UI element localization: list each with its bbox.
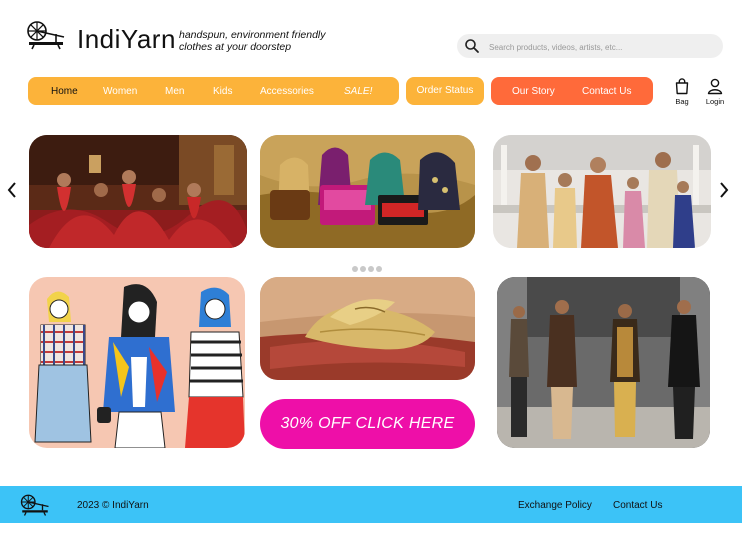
carousel-dot[interactable] — [352, 266, 358, 272]
nav-item-sale[interactable]: SALE! — [344, 86, 372, 97]
bag-button[interactable]: Bag — [667, 78, 697, 106]
copyright-text: 2023 © IndiYarn — [77, 500, 149, 511]
nav-item-women[interactable]: Women — [103, 86, 137, 97]
shopping-bag-icon — [667, 78, 697, 95]
juttis-footwear-photo[interactable] — [260, 277, 475, 380]
contact-us-link[interactable]: Contact Us — [582, 86, 631, 97]
search-input[interactable] — [487, 38, 716, 56]
order-status-button[interactable]: Order Status — [406, 77, 484, 105]
nav-item-kids[interactable]: Kids — [213, 86, 232, 97]
nav-item-accessories[interactable]: Accessories — [260, 86, 314, 97]
exchange-policy-link[interactable]: Exchange Policy — [518, 500, 592, 511]
footer: 2023 © IndiYarn Exchange Policy Contact … — [0, 486, 742, 523]
nav-item-home[interactable]: Home — [51, 86, 78, 97]
search-bar[interactable] — [457, 34, 723, 58]
chevron-left-icon — [6, 180, 18, 200]
login-button[interactable]: Login — [700, 78, 730, 106]
carousel-dot[interactable] — [360, 266, 366, 272]
secondary-nav: Our Story Contact Us — [491, 77, 653, 105]
women-fashion-illustration[interactable] — [29, 277, 245, 448]
men-runway-photo[interactable] — [497, 277, 710, 448]
carousel-dot[interactable] — [376, 266, 382, 272]
main-nav: Home Women Men Kids Accessories SALE! — [28, 77, 399, 105]
search-icon[interactable] — [464, 38, 480, 54]
spinning-wheel-logo-icon[interactable] — [26, 20, 66, 50]
carousel-next-button[interactable] — [718, 180, 730, 200]
tagline: handspun, environment friendly clothes a… — [179, 29, 326, 53]
brand-name[interactable]: IndiYarn — [77, 24, 176, 55]
spinning-wheel-footer-icon[interactable] — [20, 493, 50, 517]
tagline-line-1: handspun, environment friendly — [179, 29, 326, 41]
nav-item-men[interactable]: Men — [165, 86, 184, 97]
login-label: Login — [705, 97, 725, 106]
footer-contact-us-link[interactable]: Contact Us — [613, 500, 662, 511]
bag-label: Bag — [675, 97, 689, 106]
carousel-dots — [352, 259, 392, 272]
carousel-dot[interactable] — [368, 266, 374, 272]
carousel-prev-button[interactable] — [6, 180, 18, 200]
user-icon — [700, 78, 730, 95]
tagline-line-2: clothes at your doorstep — [179, 41, 292, 53]
chevron-right-icon — [718, 180, 730, 200]
accessories-clutches-photo[interactable] — [260, 135, 475, 248]
promo-30-off-button[interactable]: 30% OFF CLICK HERE — [260, 399, 475, 449]
women-collection-photo[interactable] — [29, 135, 247, 248]
our-story-link[interactable]: Our Story — [512, 86, 555, 97]
family-ethnic-wear-photo[interactable] — [493, 135, 711, 248]
